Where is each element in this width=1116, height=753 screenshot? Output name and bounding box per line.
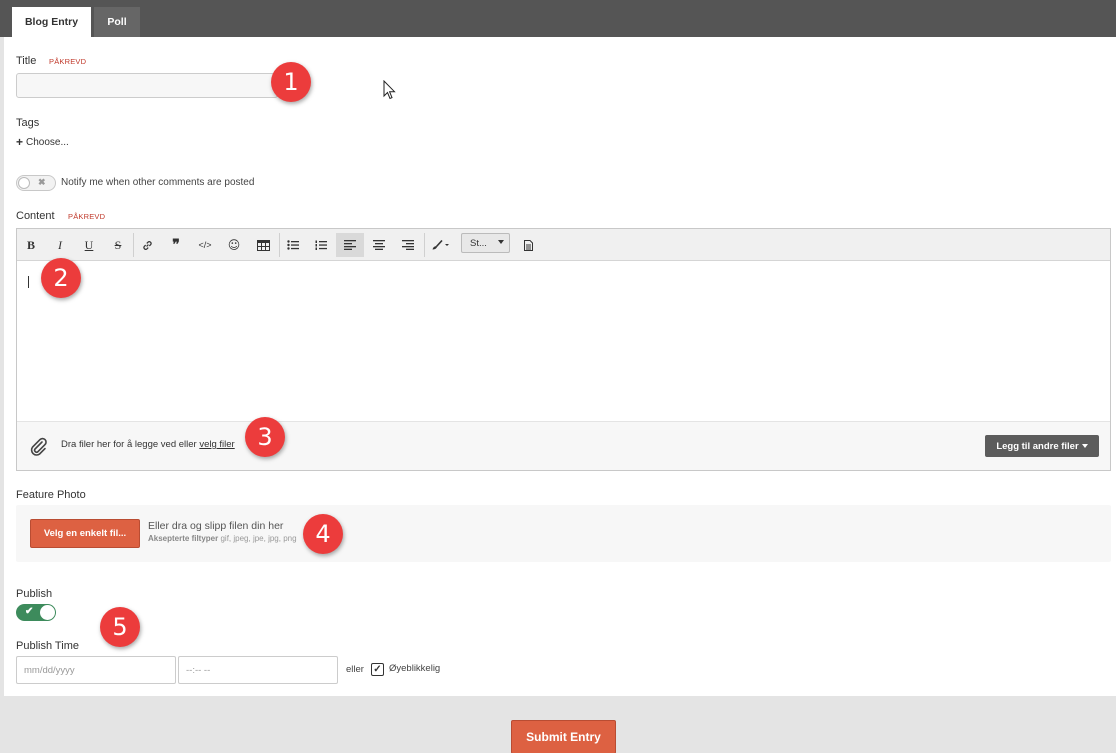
tab-poll[interactable]: Poll [94, 7, 140, 37]
notify-toggle[interactable]: ✖ [16, 175, 56, 191]
link-icon[interactable] [133, 233, 161, 257]
annotation-badge-3: 3 [245, 417, 285, 457]
brush-icon[interactable] [426, 233, 456, 257]
annotation-badge-4: 4 [303, 514, 343, 554]
feature-photo-drop-zone[interactable]: Velg en enkelt fil... Eller dra og slipp… [16, 505, 1111, 562]
quote-icon[interactable]: ❞ [162, 233, 190, 257]
choose-single-file-button[interactable]: Velg en enkelt fil... [30, 519, 140, 548]
submit-entry-button[interactable]: Submit Entry [511, 720, 616, 753]
attachment-drop-prefix: Dra filer her for å legge ved eller [61, 439, 200, 450]
toggle-knob [40, 605, 55, 620]
annotation-badge-2: 2 [41, 258, 81, 298]
tags-choose-link[interactable]: + Choose... [16, 135, 69, 149]
rich-text-editor: B I U S ❞ </> ☺ St... Dra filer her for … [16, 228, 1111, 471]
document-icon[interactable] [514, 233, 542, 257]
strikethrough-icon[interactable]: S [104, 233, 132, 257]
italic-icon[interactable]: I [46, 233, 74, 257]
choose-files-link[interactable]: velg filer [199, 439, 234, 450]
toolbar-divider [424, 233, 425, 257]
plus-icon: + [16, 135, 24, 149]
tab-blog-entry[interactable]: Blog Entry [12, 7, 91, 37]
photo-drop-text: Eller dra og slipp filen din her [148, 520, 284, 532]
editor-toolbar: B I U S ❞ </> ☺ St... [17, 229, 1110, 261]
emoji-icon[interactable]: ☺ [220, 233, 248, 257]
immediately-checkbox[interactable]: ✓ [371, 663, 384, 676]
accepted-file-types: Aksepterte filtyper gif, jpeg, jpe, jpg,… [148, 534, 297, 543]
publish-toggle[interactable]: ✔ [16, 604, 56, 621]
tags-label: Tags [16, 117, 40, 129]
attachment-drop-text: Dra filer her for å legge ved eller velg… [61, 439, 235, 450]
content-label: Content [16, 210, 55, 222]
accepted-file-types-label: Aksepterte filtyper [148, 534, 219, 543]
title-required-tag: PÅKREVD [49, 57, 87, 66]
paperclip-icon [29, 436, 49, 459]
add-other-files-label: Legg til andre filer [996, 440, 1079, 452]
align-center-icon[interactable] [365, 233, 393, 257]
immediately-label: Øyeblikkelig [389, 663, 441, 674]
mouse-pointer-icon [383, 79, 397, 103]
publish-date-input[interactable]: mm/dd/yyyy [16, 656, 176, 684]
code-icon[interactable]: </> [191, 233, 219, 257]
align-right-icon[interactable] [394, 233, 422, 257]
content-required-tag: PÅKREVD [68, 212, 106, 221]
chevron-down-icon [498, 240, 504, 244]
publish-label: Publish [16, 588, 53, 600]
feature-photo-label: Feature Photo [16, 489, 86, 501]
bold-icon[interactable]: B [17, 233, 45, 257]
style-dropdown[interactable]: St... [461, 233, 510, 253]
tags-choose-label: Choose... [26, 136, 69, 148]
add-other-files-button[interactable]: Legg til andre filer [985, 435, 1099, 457]
numbered-list-icon[interactable] [307, 233, 335, 257]
title-input[interactable] [16, 73, 278, 98]
accepted-file-types-value: gif, jpeg, jpe, jpg, png [220, 534, 297, 543]
annotation-badge-5: 5 [100, 607, 140, 647]
notify-label: Notify me when other comments are posted [61, 177, 255, 188]
align-left-icon[interactable] [336, 233, 364, 257]
style-dropdown-label: St... [470, 237, 487, 249]
close-icon: ✖ [38, 177, 46, 187]
toggle-knob [18, 177, 30, 189]
title-label: Title [16, 55, 37, 67]
bullet-list-icon[interactable] [279, 233, 307, 257]
or-label: eller [346, 664, 364, 675]
check-icon: ✔ [25, 606, 34, 617]
annotation-badge-1: 1 [271, 62, 311, 102]
chevron-down-icon [1081, 444, 1088, 448]
underline-icon[interactable]: U [75, 233, 103, 257]
check-icon: ✓ [373, 664, 382, 675]
tab-bar: Blog Entry Poll [0, 0, 1116, 37]
publish-time-input[interactable]: --:-- -- [178, 656, 338, 684]
table-icon[interactable] [249, 233, 277, 257]
attachment-drop-zone[interactable]: Dra filer her for å legge ved eller velg… [17, 421, 1110, 470]
publish-time-label: Publish Time [16, 640, 79, 652]
text-cursor [28, 276, 29, 288]
